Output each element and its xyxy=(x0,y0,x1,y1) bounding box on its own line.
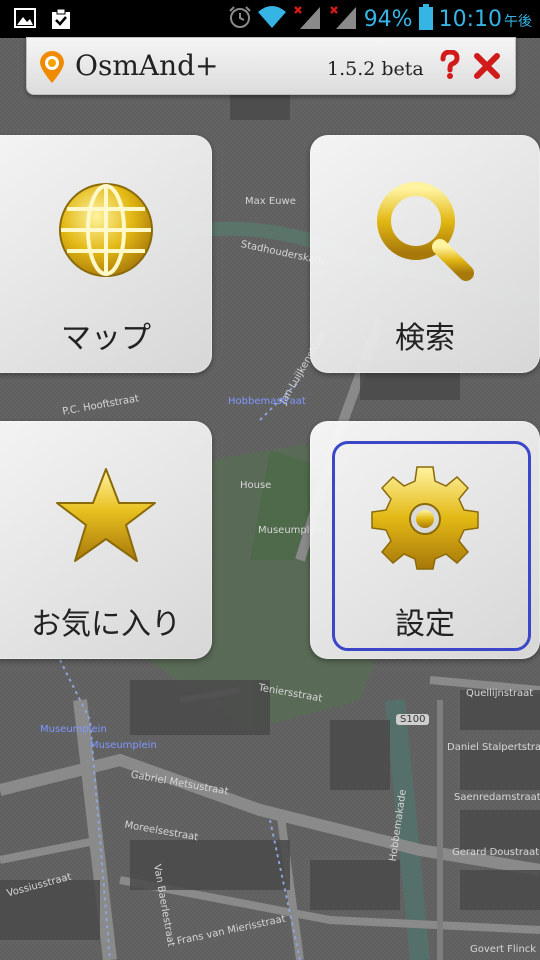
map-label: Daniel Stalpertstraat xyxy=(447,742,540,753)
map-label: Museumplein xyxy=(40,724,107,735)
map-label: Quellijnstraat xyxy=(466,688,534,699)
map-label: S100 xyxy=(396,714,430,725)
alarm-icon xyxy=(228,5,252,33)
close-icon xyxy=(474,53,500,79)
clock-ampm: 午後 xyxy=(504,14,532,30)
globe-icon xyxy=(51,175,161,285)
search-tile-button[interactable]: 検索 xyxy=(310,135,540,373)
wifi-icon xyxy=(257,6,286,32)
favorites-tile-button[interactable]: お気に入り xyxy=(0,421,212,659)
close-button[interactable] xyxy=(473,52,501,80)
clock-time: 10:10 xyxy=(438,6,502,32)
osmand-logo-icon xyxy=(37,50,67,88)
star-icon xyxy=(51,461,161,571)
map-tile-label: マップ xyxy=(61,321,151,356)
battery-percent: 94% xyxy=(363,6,413,32)
status-bar: 94% 10:10 午後 xyxy=(0,0,540,38)
map-tile-button[interactable]: マップ xyxy=(0,135,212,373)
signal-no-data-icon xyxy=(292,4,322,34)
signal-no-data-icon xyxy=(328,4,358,34)
map-label: Govert Flinck xyxy=(470,944,537,955)
favorites-tile-label: お気に入り xyxy=(31,607,181,642)
magnifier-icon xyxy=(370,175,480,285)
help-button[interactable] xyxy=(437,49,463,80)
search-tile-label: 検索 xyxy=(395,321,455,356)
clipboard-check-icon xyxy=(50,8,72,34)
image-icon xyxy=(14,8,36,34)
map-label: Museumplein xyxy=(90,740,157,751)
map-label: Gerard Doustraat xyxy=(452,847,540,858)
map-label: Hobbemastraat xyxy=(228,396,306,407)
question-mark-icon xyxy=(440,49,460,79)
map-label: Max Euwe xyxy=(245,196,296,207)
map-label: House xyxy=(240,480,272,491)
app-version: 1.5.2 beta xyxy=(327,58,424,80)
settings-tile-button[interactable]: 設定 xyxy=(310,421,540,659)
app-title: OsmAnd+ xyxy=(75,49,219,82)
settings-tile-label: 設定 xyxy=(395,607,455,642)
app-title-bar: OsmAnd+ 1.5.2 beta xyxy=(26,37,516,95)
battery-icon xyxy=(418,4,433,34)
map-label: Saenredamstraat xyxy=(454,792,540,803)
gear-icon xyxy=(370,461,480,571)
